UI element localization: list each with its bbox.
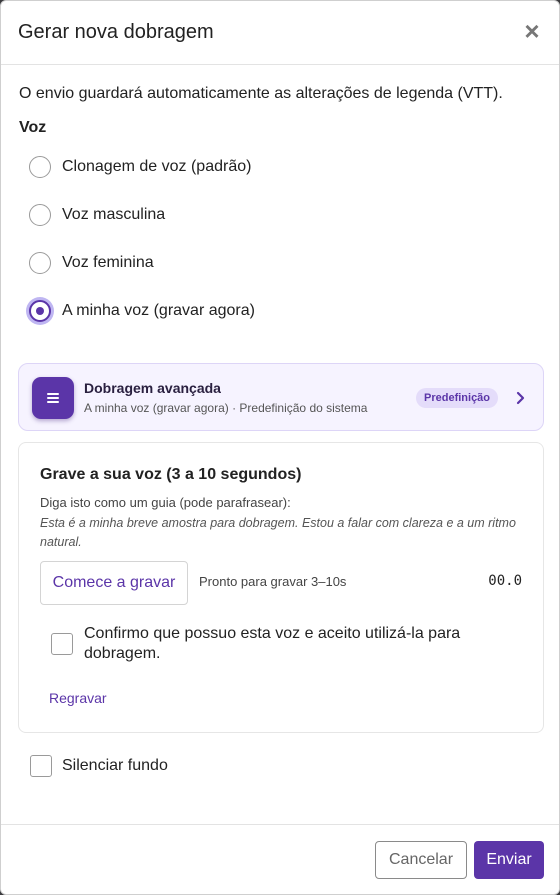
voice-option-label: A minha voz (gravar agora) bbox=[62, 302, 255, 319]
cancel-button[interactable]: Cancelar bbox=[375, 841, 467, 879]
voice-option-label: Voz masculina bbox=[62, 206, 166, 223]
start-recording-button[interactable]: Comece a gravar bbox=[40, 561, 188, 605]
advanced-subtitle: A minha voz (gravar agora) · Predefiniçã… bbox=[84, 401, 368, 415]
voice-option-male[interactable]: Voz masculina bbox=[29, 202, 165, 228]
record-title: Grave a sua voz (3 a 10 segundos) bbox=[40, 466, 302, 483]
record-script: Esta é a minha breve amostra para dobrag… bbox=[40, 516, 516, 549]
list-icon bbox=[32, 377, 74, 419]
voice-option-label: Voz feminina bbox=[62, 254, 154, 271]
confirm-checkbox[interactable] bbox=[51, 633, 73, 655]
dialog-header: Gerar nova dobragem × bbox=[1, 1, 559, 65]
radio-button[interactable] bbox=[29, 156, 51, 178]
advanced-title: Dobragem avançada bbox=[84, 380, 221, 396]
chevron-right-icon bbox=[516, 391, 525, 405]
voice-option-label: Clonagem de voz (padrão) bbox=[62, 158, 252, 175]
radio-button[interactable] bbox=[29, 204, 51, 226]
dub-dialog: Gerar nova dobragem × O envio guardará a… bbox=[0, 0, 560, 895]
voice-option-female[interactable]: Voz feminina bbox=[29, 250, 154, 276]
mute-background-checkbox[interactable] bbox=[30, 755, 52, 777]
rerecord-link[interactable]: Regravar bbox=[49, 690, 107, 706]
close-icon[interactable]: × bbox=[521, 18, 543, 44]
recording-timer: 00.0 bbox=[488, 573, 522, 589]
record-voice-panel: Grave a sua voz (3 a 10 segundos) Diga i… bbox=[18, 442, 544, 733]
intro-text: O envio guardará automaticamente as alte… bbox=[19, 85, 503, 102]
advanced-dubbing-card[interactable]: Dobragem avançada A minha voz (gravar ag… bbox=[18, 363, 544, 431]
confirm-label: Confirmo que possuo esta voz e aceito ut… bbox=[84, 625, 461, 662]
dialog-title: Gerar nova dobragem bbox=[18, 21, 214, 43]
voice-option-my-voice[interactable]: A minha voz (gravar agora) bbox=[29, 298, 255, 324]
preset-badge: Predefinição bbox=[416, 388, 499, 408]
record-hint: Diga isto como um guia (pode parafrasear… bbox=[40, 495, 291, 510]
voice-section-label: Voz bbox=[19, 119, 47, 136]
radio-button[interactable] bbox=[29, 252, 51, 274]
dialog-footer: Cancelar Enviar bbox=[1, 824, 559, 894]
mute-background-label: Silenciar fundo bbox=[62, 757, 168, 774]
voice-option-clone[interactable]: Clonagem de voz (padrão) bbox=[29, 154, 251, 180]
radio-button-selected[interactable] bbox=[29, 300, 51, 322]
submit-button[interactable]: Enviar bbox=[474, 841, 544, 879]
recording-status: Pronto para gravar 3–10s bbox=[199, 574, 347, 589]
